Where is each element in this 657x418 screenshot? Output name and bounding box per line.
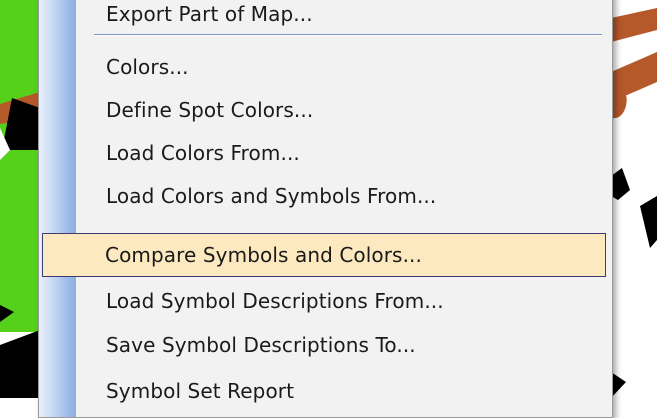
- menu-item-label: Colors...: [106, 55, 189, 79]
- menu-item-save-symbol-descriptions-to[interactable]: Save Symbol Descriptions To...: [42, 325, 606, 365]
- menu-item-label: Compare Symbols and Colors...: [105, 243, 422, 267]
- menu-item-colors[interactable]: Colors...: [42, 47, 606, 87]
- menu-item-label: Define Spot Colors...: [106, 98, 314, 122]
- menu-item-load-colors-and-symbols-from[interactable]: Load Colors and Symbols From...: [42, 176, 606, 216]
- menu-item-label: Export Part of Map...: [106, 2, 313, 26]
- menu-item-label: Symbol Set Report: [106, 379, 295, 403]
- menu-item-load-colors-from[interactable]: Load Colors From...: [42, 133, 606, 173]
- menu-item-export-part-of-map[interactable]: Export Part of Map...: [42, 0, 606, 34]
- menu-item-symbol-set-report[interactable]: Symbol Set Report: [42, 371, 606, 411]
- menu-item-label: Load Symbol Descriptions From...: [106, 289, 444, 313]
- menu-item-label: Load Colors From...: [106, 141, 300, 165]
- menu-item-load-symbol-descriptions-from[interactable]: Load Symbol Descriptions From...: [42, 281, 606, 321]
- context-menu: Export Part of Map... Colors... Define S…: [38, 0, 613, 418]
- menu-separator: [94, 34, 602, 36]
- menu-item-label: Load Colors and Symbols From...: [106, 184, 437, 208]
- menu-item-define-spot-colors[interactable]: Define Spot Colors...: [42, 90, 606, 130]
- menu-item-label: Save Symbol Descriptions To...: [106, 333, 416, 357]
- menu-item-compare-symbols-and-colors[interactable]: Compare Symbols and Colors...: [42, 233, 606, 277]
